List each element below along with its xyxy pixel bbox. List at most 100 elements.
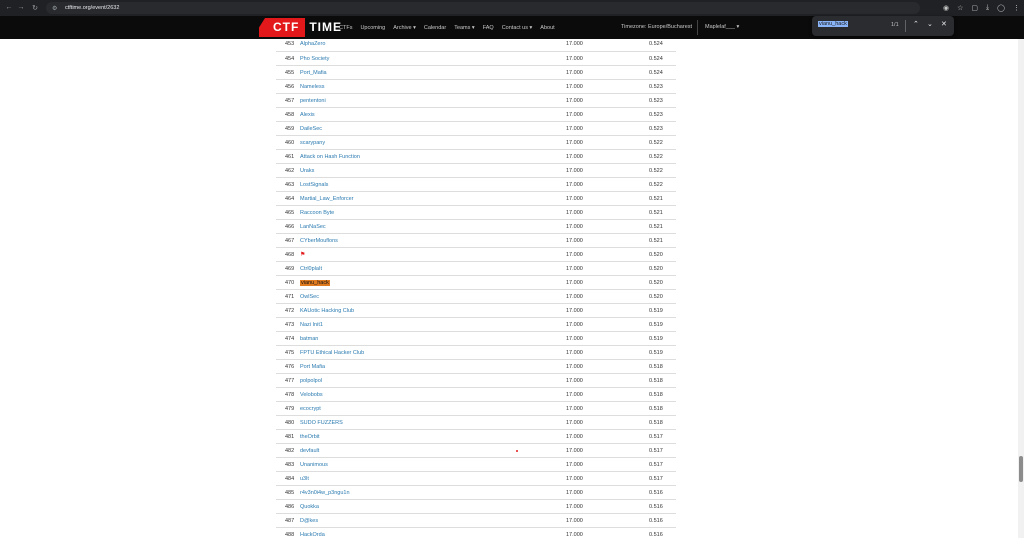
team-link[interactable]: r4v3n0i4w_p3ngu1n [300, 490, 350, 496]
team-link[interactable]: CYberMouflons [300, 238, 338, 244]
rank-cell: 466 [285, 224, 295, 230]
extensions-icon[interactable]: ▢ [971, 4, 978, 12]
points-cell: 17.000 [566, 266, 583, 272]
rank-cell: 473 [285, 322, 295, 328]
flag-icon[interactable]: ⚑ [300, 251, 305, 258]
profile-icon[interactable]: ◯ [997, 4, 1005, 12]
scrollbar-thumb[interactable] [1019, 456, 1023, 482]
site-info-icon[interactable]: ⚙ [52, 5, 59, 12]
rating-cell: 0.523 [649, 112, 663, 118]
points-cell: 17.000 [566, 280, 583, 286]
find-input[interactable]: vianu_hack [818, 21, 848, 27]
team-link[interactable]: pententoni [300, 98, 326, 104]
user-menu[interactable]: Maplelaf___ ▾ [705, 24, 739, 30]
team-link[interactable]: ecocrypt [300, 406, 321, 412]
nav-item[interactable]: Archive ▾ [393, 25, 416, 31]
table-row: 467 CYberMouflons 17.000 0.521 [276, 233, 676, 247]
team-link[interactable]: scarypany [300, 140, 325, 146]
team-link[interactable]: OwlSec [300, 294, 319, 300]
nav-item[interactable]: CTFs [339, 25, 352, 31]
team-link[interactable]: Nameless [300, 84, 324, 90]
team-link[interactable]: polpolpol [300, 378, 322, 384]
rank-cell: 458 [285, 112, 295, 118]
points-cell: 17.000 [566, 518, 583, 524]
table-row: 457 pententoni 17.000 0.523 [276, 93, 676, 107]
team-link[interactable]: Uraks [300, 168, 314, 174]
address-bar[interactable]: ⚙ ctftime.org/event/2632 [46, 2, 920, 14]
points-cell: 17.000 [566, 490, 583, 496]
points-cell: 17.000 [566, 154, 583, 160]
table-row: 479 ecocrypt 17.000 0.518 [276, 401, 676, 415]
team-link[interactable]: D@kes [300, 518, 318, 524]
rating-cell: 0.521 [649, 224, 663, 230]
table-row: 454 Pho Society 17.000 0.524 [276, 51, 676, 65]
nav-item[interactable]: FAQ [483, 25, 494, 31]
points-cell: 17.000 [566, 532, 583, 538]
table-row: 471 OwlSec 17.000 0.520 [276, 289, 676, 303]
arrow-right-icon[interactable]: → [16, 4, 26, 11]
team-link[interactable]: Raccoon Byte [300, 210, 334, 216]
reload-icon[interactable]: ↻ [30, 4, 40, 12]
find-match-count: 1/1 [891, 22, 899, 28]
download-icon[interactable]: ⤓ [986, 4, 989, 12]
team-link[interactable]: Port_Mafia [300, 70, 327, 76]
team-link[interactable]: Unanimous [300, 462, 328, 468]
team-link[interactable]: theOrbit [300, 434, 320, 440]
nav-item[interactable]: About [540, 25, 554, 31]
points-cell: 17.000 [566, 308, 583, 314]
bookmark-star-icon[interactable]: ☆ [957, 4, 963, 12]
table-row: 470 vianu_hack 17.000 0.520 [276, 275, 676, 289]
team-link[interactable]: Velobobs [300, 392, 323, 398]
table-row: 460 scarypany 17.000 0.522 [276, 135, 676, 149]
team-link[interactable]: AlphaZero [300, 41, 325, 47]
team-link[interactable]: u3lt [300, 476, 309, 482]
team-link[interactable]: SUDO FUZZERS [300, 420, 343, 426]
team-link[interactable]: devfault [300, 448, 319, 454]
team-link[interactable]: LanNaSec [300, 224, 326, 230]
scoreboard-table: 453 AlphaZero 17.000 0.524 454 Pho Society 17.… [276, 39, 676, 541]
team-link[interactable]: Ctrl0plaIt [300, 266, 322, 272]
nav-item[interactable]: Teams ▾ [454, 25, 475, 31]
rank-cell: 460 [285, 140, 295, 146]
points-cell: 17.000 [566, 70, 583, 76]
team-link[interactable]: batman [300, 336, 318, 342]
translate-icon[interactable]: ◉ [943, 4, 949, 12]
timezone-label[interactable]: Timezone: Europe/Bucharest [621, 24, 692, 30]
rating-cell: 0.518 [649, 420, 663, 426]
team-link[interactable]: vianu_hack [300, 280, 330, 286]
rank-cell: 467 [285, 238, 295, 244]
nav-item[interactable]: Contact us ▾ [502, 25, 533, 31]
team-link[interactable]: Pho Society [300, 56, 329, 62]
team-link[interactable]: FPTU Ethical Hacker Club [300, 350, 364, 356]
team-link[interactable]: Martial_Law_Enforcer [300, 196, 354, 202]
rank-cell: 482 [285, 448, 295, 454]
rank-cell: 485 [285, 490, 295, 496]
chevron-up-icon[interactable]: ⌃ [913, 20, 919, 28]
points-cell: 17.000 [566, 336, 583, 342]
points-cell: 17.000 [566, 504, 583, 510]
page-scrollbar[interactable] [1018, 39, 1024, 538]
table-row: 458 Alexis 17.000 0.523 [276, 107, 676, 121]
close-icon[interactable]: ✕ [941, 20, 947, 28]
table-row: 468 ⚑ 17.000 0.520 [276, 247, 676, 261]
nav-item[interactable]: Calendar [424, 25, 446, 31]
table-row: 455 Port_Mafia 17.000 0.524 [276, 65, 676, 79]
points-cell: 17.000 [566, 406, 583, 412]
rank-cell: 456 [285, 84, 295, 90]
rank-cell: 454 [285, 56, 295, 62]
team-link[interactable]: KAUotic Hacking Club [300, 308, 354, 314]
team-link[interactable]: Attack on Hash Function [300, 154, 360, 160]
team-link[interactable]: Nazi Init1 [300, 322, 323, 328]
table-row: 481 theOrbit 17.000 0.517 [276, 429, 676, 443]
team-link[interactable]: Alexis [300, 112, 315, 118]
ctftime-logo[interactable]: CTF TIME [259, 16, 346, 39]
team-link[interactable]: HackOrda [300, 532, 325, 538]
team-link[interactable]: Port Mafia [300, 364, 325, 370]
team-link[interactable]: DaileSec [300, 126, 322, 132]
arrow-left-icon[interactable]: ← [4, 4, 14, 11]
team-link[interactable]: LostSignals [300, 182, 328, 188]
team-link[interactable]: Quokka [300, 504, 319, 510]
chevron-down-icon[interactable]: ⌄ [927, 20, 933, 28]
menu-icon[interactable]: ⋮ [1013, 4, 1020, 12]
nav-item[interactable]: Upcoming [360, 25, 385, 31]
